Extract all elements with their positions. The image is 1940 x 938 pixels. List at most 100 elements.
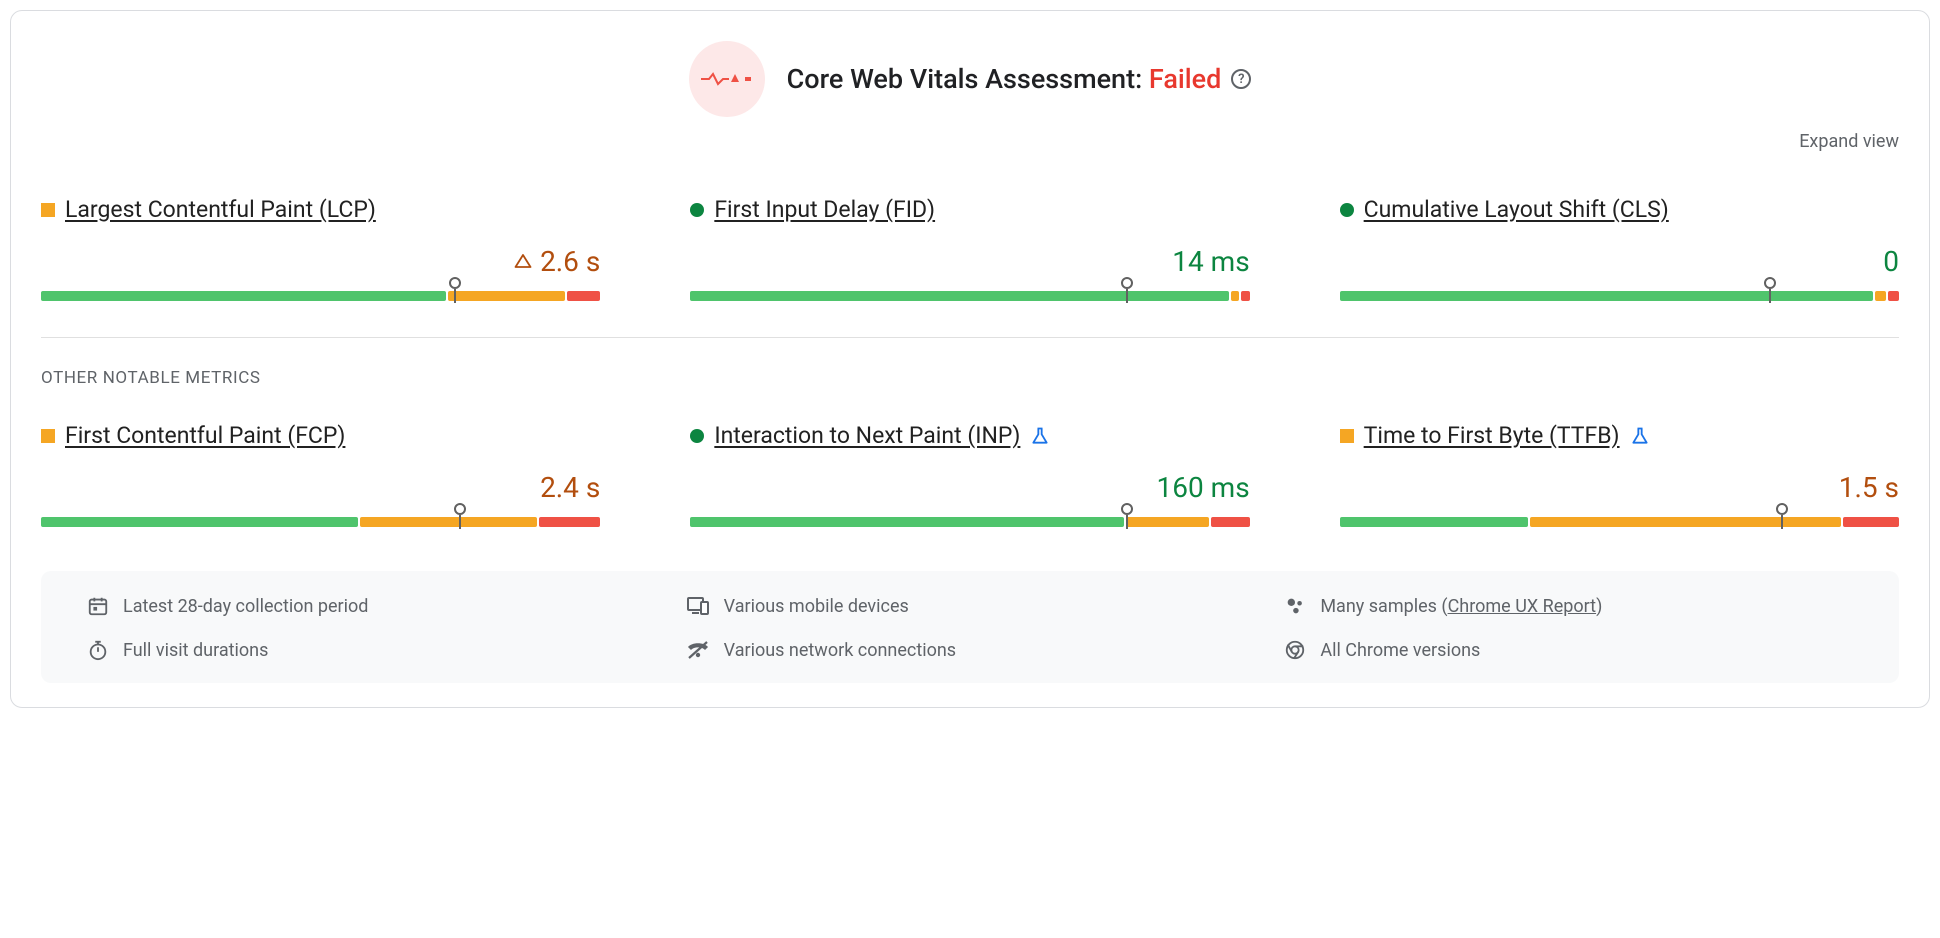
vitals-badge-icon [689,41,765,117]
percentile-marker [449,277,461,289]
bar-segment-warn [1530,517,1841,527]
metric-distribution-bar [41,291,600,301]
metric-name-link[interactable]: Time to First Byte (TTFB) [1364,422,1620,449]
data-source-footer: Latest 28-day collection period Various … [41,571,1899,683]
metric-distribution-bar [690,291,1249,301]
experimental-flask-icon [1030,426,1050,446]
bar-segment-poor [539,517,600,527]
metric-value-row: 2.4 s [41,469,600,505]
metric-name-link[interactable]: Largest Contentful Paint (LCP) [65,196,376,223]
bar-segment-poor [1843,517,1899,527]
percentile-marker [1764,277,1776,289]
metric-value-row: 2.6 s [41,243,600,279]
bar-segment-warn [1875,291,1886,301]
metric-title-row: Cumulative Layout Shift (CLS) [1340,196,1899,223]
percentile-marker [1776,503,1788,515]
assessment-title-text: Core Web Vitals Assessment: [787,63,1149,95]
metric-value-row: 1.5 s [1340,469,1899,505]
chrome-ux-report-link[interactable]: Chrome UX Report [1448,596,1596,617]
samples-icon [1284,595,1306,617]
metric-inp: Interaction to Next Paint (INP) 160 ms [690,422,1249,527]
metric-value-row: 0 [1340,243,1899,279]
expand-view-link[interactable]: Expand view [1799,131,1899,152]
metric-value-row: 160 ms [690,469,1249,505]
expand-row: Expand view [41,131,1899,152]
experimental-flask-icon [1630,426,1650,446]
devices-icon [686,595,710,617]
metric-distribution-bar [1340,517,1899,527]
metric-cls: Cumulative Layout Shift (CLS) 0 [1340,196,1899,301]
bar-segment-poor [567,291,600,301]
assessment-header: Core Web Vitals Assessment: Failed ? [41,41,1899,117]
metric-distribution-bar [1340,291,1899,301]
section-divider [41,337,1899,338]
bar-segment-good [1340,291,1873,301]
bar-segment-poor [1888,291,1899,301]
status-good-icon [690,203,704,217]
chrome-icon [1284,639,1306,661]
assessment-title: Core Web Vitals Assessment: Failed ? [787,63,1252,95]
status-warn-icon [1340,429,1354,443]
footer-devices: Various mobile devices [686,595,1255,617]
metric-title-row: Interaction to Next Paint (INP) [690,422,1249,449]
metric-value: 1.5 s [1839,471,1899,504]
bar-segment-good [690,517,1123,527]
bar-segment-poor [1241,291,1249,301]
metric-name-link[interactable]: Interaction to Next Paint (INP) [714,422,1020,449]
metric-name-link[interactable]: Cumulative Layout Shift (CLS) [1364,196,1669,223]
bar-segment-warn [448,291,565,301]
bar-segment-warn [1231,291,1239,301]
metric-value: 160 ms [1156,471,1249,504]
metric-lcp: Largest Contentful Paint (LCP) 2.6 s [41,196,600,301]
metric-value: 2.6 s [540,245,600,278]
warning-triangle-icon [514,252,532,270]
status-good-icon [1340,203,1354,217]
bar-segment-good [690,291,1229,301]
footer-collection-period: Latest 28-day collection period [87,595,656,617]
bar-segment-warn [1126,517,1209,527]
metric-name-link[interactable]: First Contentful Paint (FCP) [65,422,345,449]
help-icon[interactable]: ? [1231,69,1251,89]
footer-collection-text: Latest 28-day collection period [123,596,368,617]
metric-value-row: 14 ms [690,243,1249,279]
footer-devices-text: Various mobile devices [724,596,909,617]
calendar-icon [87,595,109,617]
footer-durations: Full visit durations [87,639,656,661]
bar-segment-good [1340,517,1529,527]
metric-distribution-bar [690,517,1249,527]
status-warn-icon [41,203,55,217]
bar-segment-warn [360,517,538,527]
network-icon [686,639,710,661]
status-good-icon [690,429,704,443]
bar-segment-poor [1211,517,1250,527]
metric-value: 2.4 s [540,471,600,504]
metric-fid: First Input Delay (FID) 14 ms [690,196,1249,301]
bar-segment-good [41,517,358,527]
metric-title-row: Time to First Byte (TTFB) [1340,422,1899,449]
bar-segment-good [41,291,446,301]
footer-samples: Many samples (Chrome UX Report) [1284,595,1853,617]
footer-network: Various network connections [686,639,1255,661]
metric-value: 14 ms [1172,245,1249,278]
metric-value: 0 [1883,245,1899,278]
status-warn-icon [41,429,55,443]
footer-chrome-text: All Chrome versions [1320,640,1480,661]
footer-samples-text: Many samples (Chrome UX Report) [1320,596,1602,617]
metric-distribution-bar [41,517,600,527]
metric-ttfb: Time to First Byte (TTFB) 1.5 s [1340,422,1899,527]
core-metrics-grid: Largest Contentful Paint (LCP) 2.6 s First… [41,196,1899,301]
assessment-status: Failed [1149,63,1221,95]
stopwatch-icon [87,639,109,661]
other-metrics-grid: First Contentful Paint (FCP) 2.4 s Interac… [41,422,1899,527]
metric-title-row: First Contentful Paint (FCP) [41,422,600,449]
other-metrics-heading: OTHER NOTABLE METRICS [41,368,1899,388]
metric-fcp: First Contentful Paint (FCP) 2.4 s [41,422,600,527]
footer-chrome: All Chrome versions [1284,639,1853,661]
percentile-marker [1121,503,1133,515]
metric-title-row: Largest Contentful Paint (LCP) [41,196,600,223]
metric-title-row: First Input Delay (FID) [690,196,1249,223]
core-web-vitals-card: Core Web Vitals Assessment: Failed ? Exp… [10,10,1930,708]
metric-name-link[interactable]: First Input Delay (FID) [714,196,935,223]
percentile-marker [1121,277,1133,289]
percentile-marker [454,503,466,515]
